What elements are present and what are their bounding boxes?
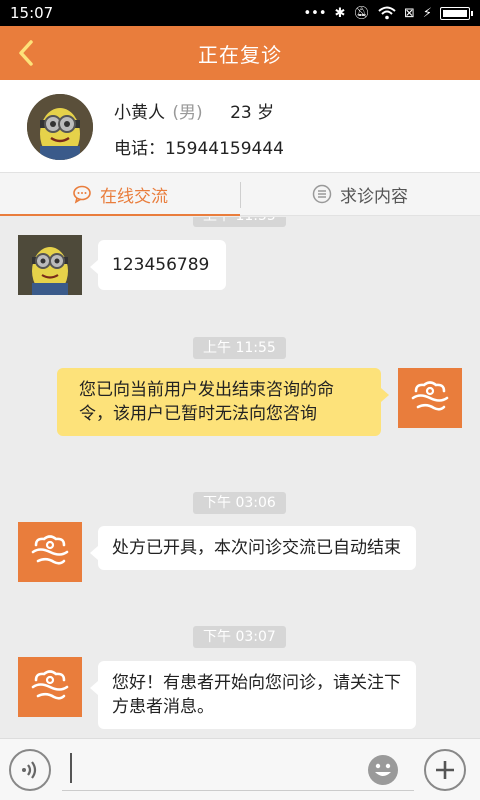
mute-icon: 🔕︎ [353, 5, 370, 21]
plus-icon [436, 761, 454, 779]
phone-label: 电话： [114, 139, 165, 159]
doctor-message-avatar[interactable] [398, 368, 462, 428]
message-timestamp: 下午 03:06 [193, 492, 286, 514]
emoji-icon [368, 755, 398, 785]
tab-label: 在线交流 [100, 186, 168, 207]
battery-icon [440, 6, 473, 20]
minion-avatar-image [27, 94, 93, 160]
text-cursor [70, 753, 72, 783]
message-timestamp: 上午 11:55 [193, 337, 286, 359]
outgoing-message[interactable]: 您已向当前用户发出结束咨询的命令，该用户已暂时无法向您咨询 [57, 368, 389, 436]
cloud-logo-icon [31, 670, 69, 700]
patient-name: 小黄人 [114, 103, 165, 123]
message-timestamp: 下午 03:07 [193, 626, 286, 648]
chat-area[interactable]: 上午 11:55 123456789 上午 11:55 您已向当前用户发出结束咨… [0, 217, 480, 738]
emoji-button[interactable] [366, 753, 400, 787]
system-message-avatar[interactable] [18, 657, 82, 717]
voice-icon [22, 761, 37, 779]
list-icon [312, 184, 332, 204]
patient-age: 23 岁 [230, 103, 275, 123]
status-icons: ••• ✱ 🔕︎ ⊠ ⚡︎ [303, 5, 473, 21]
more-dots-icon: ••• [303, 5, 327, 21]
more-options-button[interactable] [424, 749, 466, 791]
tab-online-chat[interactable]: 在线交流 [0, 173, 240, 216]
patient-avatar[interactable] [27, 94, 93, 160]
incoming-message[interactable]: 123456789 [90, 240, 226, 290]
patient-message-avatar[interactable] [18, 235, 82, 295]
status-time: 15:07 [10, 4, 54, 22]
bluetooth-icon: ✱ [334, 5, 346, 21]
no-sim-icon: ⊠ [403, 5, 415, 21]
tab-label: 求诊内容 [340, 186, 408, 207]
system-message-avatar[interactable] [18, 522, 82, 582]
patient-card: 小黄人 (男) 23 岁 电话：15944159444 [0, 80, 480, 172]
phone-number[interactable]: 15944159444 [165, 139, 284, 159]
message-input[interactable] [62, 749, 414, 791]
cloud-logo-icon [411, 381, 449, 411]
incoming-message[interactable]: 处方已开具，本次问诊交流已自动结束 [90, 526, 416, 570]
app-header: 正在复诊 [0, 26, 480, 80]
charging-icon: ⚡︎ [422, 5, 432, 21]
patient-name-row: 小黄人 (男) 23 岁 [114, 98, 274, 123]
back-arrow-icon [19, 40, 33, 66]
status-bar: 15:07 ••• ✱ 🔕︎ ⊠ ⚡︎ [0, 0, 480, 26]
input-bar [0, 738, 480, 800]
tab-bar: 在线交流 求诊内容 [0, 172, 480, 216]
patient-phone-row: 电话：15944159444 [114, 134, 284, 159]
chat-bubble-icon [73, 185, 91, 204]
page-title: 正在复诊 [198, 42, 282, 67]
message-timestamp: 上午 11:55 [193, 217, 286, 227]
tab-consultation-content[interactable]: 求诊内容 [240, 173, 480, 215]
voice-button[interactable] [9, 749, 51, 791]
wifi-icon [378, 6, 396, 20]
minion-avatar-image [18, 235, 82, 295]
back-button[interactable] [6, 26, 46, 80]
incoming-message[interactable]: 您好！有患者开始向您问诊，请关注下方患者消息。 [90, 661, 416, 729]
patient-gender: (男) [172, 103, 203, 123]
cloud-logo-icon [31, 535, 69, 565]
